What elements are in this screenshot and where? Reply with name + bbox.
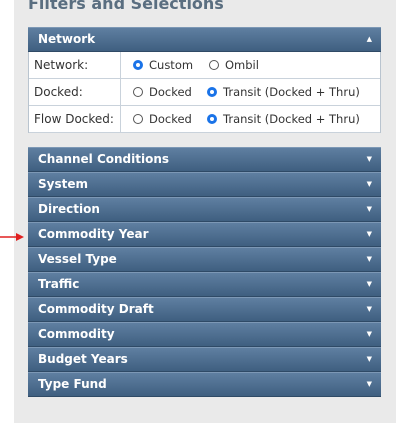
chevron-down-icon: ▼ xyxy=(366,205,372,213)
network-header[interactable]: Network ▲ xyxy=(28,27,381,52)
chevron-down-icon: ▼ xyxy=(366,155,372,163)
section-label: Commodity Draft xyxy=(38,302,154,316)
flow-docked-row: Flow Docked: Docked Transit (Docked + Th… xyxy=(29,106,380,133)
network-section: Network ▲ Network: Custom Ombil Docked: … xyxy=(28,27,381,133)
red-arrow-icon xyxy=(0,233,24,241)
collapsed-sections: Channel Conditions ▼ System ▼ Direction … xyxy=(28,147,381,397)
network-row-label: Network: xyxy=(29,52,121,78)
section-commodity-year[interactable]: Commodity Year ▼ xyxy=(28,222,381,247)
radio-selected-icon[interactable] xyxy=(207,87,217,97)
chevron-down-icon: ▼ xyxy=(366,380,372,388)
section-system[interactable]: System ▼ xyxy=(28,172,381,197)
radio-unselected-icon[interactable] xyxy=(209,60,219,70)
radio-unselected-icon[interactable] xyxy=(133,87,143,97)
radio-selected-icon[interactable] xyxy=(207,114,217,124)
radio-custom[interactable]: Custom xyxy=(133,52,193,78)
section-budget-years[interactable]: Budget Years ▼ xyxy=(28,347,381,372)
radio-unselected-icon[interactable] xyxy=(133,114,143,124)
chevron-down-icon: ▼ xyxy=(366,355,372,363)
chevron-down-icon: ▼ xyxy=(366,305,372,313)
flow-docked-row-label: Flow Docked: xyxy=(29,106,121,132)
chevron-down-icon: ▼ xyxy=(366,180,372,188)
chevron-up-icon: ▲ xyxy=(366,35,372,43)
network-header-label: Network xyxy=(38,32,96,46)
section-channel-conditions[interactable]: Channel Conditions ▼ xyxy=(28,147,381,172)
chevron-down-icon: ▼ xyxy=(366,255,372,263)
section-label: Vessel Type xyxy=(38,252,117,266)
section-label: Direction xyxy=(38,202,100,216)
radio-docked[interactable]: Docked xyxy=(133,79,192,105)
docked-row-label: Docked: xyxy=(29,79,121,105)
section-label: Traffic xyxy=(38,277,80,291)
section-label: Type Fund xyxy=(38,377,107,391)
section-commodity[interactable]: Commodity ▼ xyxy=(28,322,381,347)
section-label: Channel Conditions xyxy=(38,152,170,166)
docked-row: Docked: Docked Transit (Docked + Thru) xyxy=(29,79,380,106)
section-vessel-type[interactable]: Vessel Type ▼ xyxy=(28,247,381,272)
radio-flow-transit[interactable]: Transit (Docked + Thru) xyxy=(207,106,360,132)
section-traffic[interactable]: Traffic ▼ xyxy=(28,272,381,297)
section-direction[interactable]: Direction ▼ xyxy=(28,197,381,222)
network-body: Network: Custom Ombil Docked: Docked Tra… xyxy=(28,52,381,133)
section-label: Commodity Year xyxy=(38,227,149,241)
network-row: Network: Custom Ombil xyxy=(29,52,380,79)
chevron-down-icon: ▼ xyxy=(366,230,372,238)
radio-selected-icon[interactable] xyxy=(133,60,143,70)
chevron-down-icon: ▼ xyxy=(366,280,372,288)
section-label: System xyxy=(38,177,88,191)
panel-title: Filters and Selections xyxy=(28,0,224,13)
radio-transit[interactable]: Transit (Docked + Thru) xyxy=(207,79,360,105)
section-type-fund[interactable]: Type Fund ▼ xyxy=(28,372,381,397)
section-label: Commodity xyxy=(38,327,115,341)
radio-ombil[interactable]: Ombil xyxy=(209,52,259,78)
radio-flow-docked[interactable]: Docked xyxy=(133,106,192,132)
chevron-down-icon: ▼ xyxy=(366,330,372,338)
section-label: Budget Years xyxy=(38,352,128,366)
section-commodity-draft[interactable]: Commodity Draft ▼ xyxy=(28,297,381,322)
